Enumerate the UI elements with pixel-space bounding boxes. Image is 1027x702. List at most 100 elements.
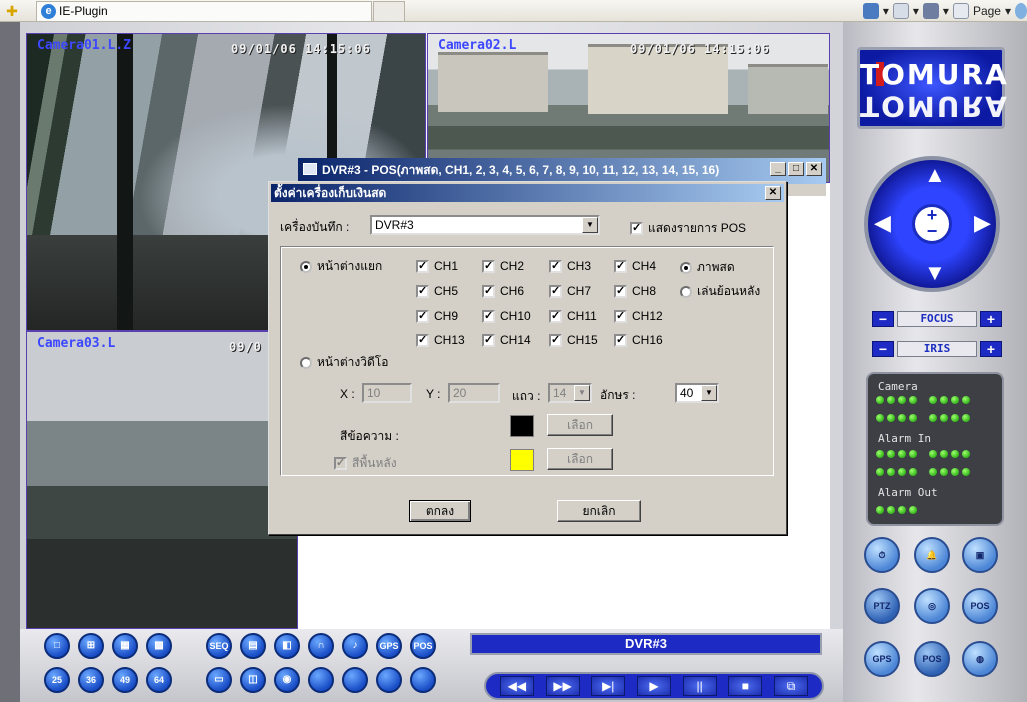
video-window-radio[interactable]: หน้าต่างวิดีโอ [300, 353, 388, 372]
blank-button[interactable] [342, 667, 368, 693]
layout-1-button[interactable]: □ [44, 633, 70, 659]
radio-dot[interactable] [300, 260, 312, 273]
minimize-button[interactable]: _ [770, 162, 786, 176]
channel-checkbox[interactable]: ✓ CH15 [549, 333, 598, 347]
favorites-star-icon[interactable]: ✚ [4, 3, 20, 19]
wireless-icon[interactable]: ◉ [274, 667, 300, 693]
microphone-icon[interactable]: ♪ [342, 633, 368, 659]
channel-checkbox[interactable]: ✓ CH12 [614, 309, 663, 323]
chevron-down-icon[interactable]: ▼ [701, 385, 717, 401]
focus-plus-button[interactable]: + [980, 311, 1002, 327]
camera-view-3[interactable]: Camera03.L 09/0 [26, 331, 298, 629]
maximize-button[interactable]: □ [788, 162, 804, 176]
pos-button[interactable]: POS [410, 633, 436, 659]
play-button[interactable]: ▶ [636, 676, 671, 696]
pos-panel-icon[interactable]: POS [914, 641, 950, 677]
channel-checkbox[interactable]: ✓ CH1 [416, 259, 458, 273]
globe-icon[interactable]: ◍ [962, 641, 998, 677]
print-icon[interactable] [922, 3, 939, 19]
page-dropdown-icon[interactable]: ▾ [1005, 4, 1011, 18]
sequence-button[interactable]: SEQ [206, 633, 232, 659]
iris-plus-button[interactable]: + [980, 341, 1002, 357]
layout-49-button[interactable]: 49 [112, 667, 138, 693]
layout-16-button[interactable]: ▩ [146, 633, 172, 659]
chevron-down-icon[interactable]: ▼ [574, 385, 590, 401]
pause-button[interactable]: || [682, 676, 717, 696]
ptz-right-button[interactable]: ▶ [974, 212, 991, 234]
layout-64-button[interactable]: 64 [146, 667, 172, 693]
fast-forward-button[interactable]: ▶▶ [545, 676, 580, 696]
radio-dot[interactable] [300, 356, 312, 369]
row-select[interactable]: 14 ▼ [548, 383, 592, 403]
bg-color-checkbox[interactable]: ✓ สีพื้นหลัง [334, 454, 397, 473]
channel-checkbox[interactable]: ✓ CH3 [549, 259, 591, 273]
playback-radio[interactable]: เล่นย้อนหลัง [680, 282, 760, 301]
channel-checkbox[interactable]: ✓ CH13 [416, 333, 465, 347]
channel-checkbox[interactable]: ✓ CH8 [614, 284, 656, 298]
checkbox-box[interactable]: ✓ [614, 259, 627, 273]
tools-icon[interactable] [1015, 3, 1027, 19]
snapshot-icon[interactable]: ◧ [274, 633, 300, 659]
chars-select[interactable]: 40 ▼ [675, 383, 719, 403]
ptz-down-button[interactable]: ▼ [924, 262, 946, 284]
new-tab-button[interactable] [373, 1, 405, 21]
chevron-down-icon[interactable]: ▼ [582, 217, 598, 233]
checkbox-box[interactable]: ✓ [549, 259, 562, 273]
checkbox-box[interactable]: ✓ [482, 284, 495, 298]
schedule-icon[interactable]: ⏱ [864, 537, 900, 573]
channel-checkbox[interactable]: ✓ CH7 [549, 284, 591, 298]
stop-button[interactable]: ■ [728, 676, 763, 696]
channel-checkbox[interactable]: ✓ CH6 [482, 284, 524, 298]
split-window-radio[interactable]: หน้าต่างแยก [300, 257, 382, 276]
live-radio[interactable]: ภาพสด [680, 258, 735, 277]
checkbox-box[interactable]: ✓ [614, 284, 627, 298]
checkbox-box[interactable]: ✓ [549, 309, 562, 323]
ptz-button[interactable]: PTZ [864, 588, 900, 624]
x-input[interactable]: 10 [362, 383, 412, 403]
gps-settings-icon[interactable]: GPS [864, 641, 900, 677]
checkbox-box[interactable]: ✓ [482, 259, 495, 273]
step-forward-button[interactable]: ▶| [591, 676, 626, 696]
channel-checkbox[interactable]: ✓ CH4 [614, 259, 656, 273]
cancel-button[interactable]: ยกเลิก [557, 500, 641, 522]
print-dropdown-icon[interactable]: ▾ [943, 4, 949, 18]
checkbox-box[interactable]: ✓ [416, 333, 429, 347]
page-icon[interactable] [952, 3, 969, 19]
layout-9-button[interactable]: ▦ [112, 633, 138, 659]
blank-button[interactable] [308, 667, 334, 693]
y-input[interactable]: 20 [448, 383, 500, 403]
layout-25-button[interactable]: 25 [44, 667, 70, 693]
checkbox-box[interactable]: ✓ [549, 284, 562, 298]
zoom-button[interactable]: + − [912, 204, 952, 244]
page-menu[interactable]: Page [973, 4, 1001, 18]
checkbox-box[interactable]: ✓ [334, 457, 347, 470]
dialog-close-button[interactable]: ✕ [765, 186, 781, 200]
blank-button[interactable] [376, 667, 402, 693]
layout-36-button[interactable]: 36 [78, 667, 104, 693]
checkbox-box[interactable]: ✓ [482, 309, 495, 323]
live-view-icon[interactable]: ▤ [240, 633, 266, 659]
checkbox-box[interactable]: ✓ [416, 309, 429, 323]
choose-text-color-button[interactable]: เลือก [547, 414, 613, 436]
checkbox-box[interactable]: ✓ [630, 222, 643, 235]
blank-button[interactable] [410, 667, 436, 693]
channel-checkbox[interactable]: ✓ CH5 [416, 284, 458, 298]
checkbox-box[interactable]: ✓ [482, 333, 495, 347]
choose-bg-color-button[interactable]: เลือก [547, 448, 613, 470]
monitor-icon[interactable]: ▭ [206, 667, 232, 693]
browser-tab[interactable]: e IE-Plugin [36, 1, 372, 21]
radio-dot[interactable] [680, 285, 692, 298]
checkbox-box[interactable]: ✓ [549, 333, 562, 347]
recorder-select[interactable]: DVR#3 ▼ [370, 215, 600, 235]
ptz-up-button[interactable]: ▲ [924, 164, 946, 186]
show-pos-checkbox[interactable]: ✓ แสดงรายการ POS [630, 219, 746, 238]
feeds-dropdown-icon[interactable]: ▾ [913, 4, 919, 18]
home-dropdown-icon[interactable]: ▾ [883, 4, 889, 18]
checkbox-box[interactable]: ✓ [614, 309, 627, 323]
home-icon[interactable] [862, 3, 879, 19]
search-icon[interactable]: ◎ [914, 588, 950, 624]
channel-checkbox[interactable]: ✓ CH10 [482, 309, 531, 323]
close-button[interactable]: ✕ [806, 162, 822, 176]
checkbox-box[interactable]: ✓ [614, 333, 627, 347]
ok-button[interactable]: ตกลง [409, 500, 471, 522]
